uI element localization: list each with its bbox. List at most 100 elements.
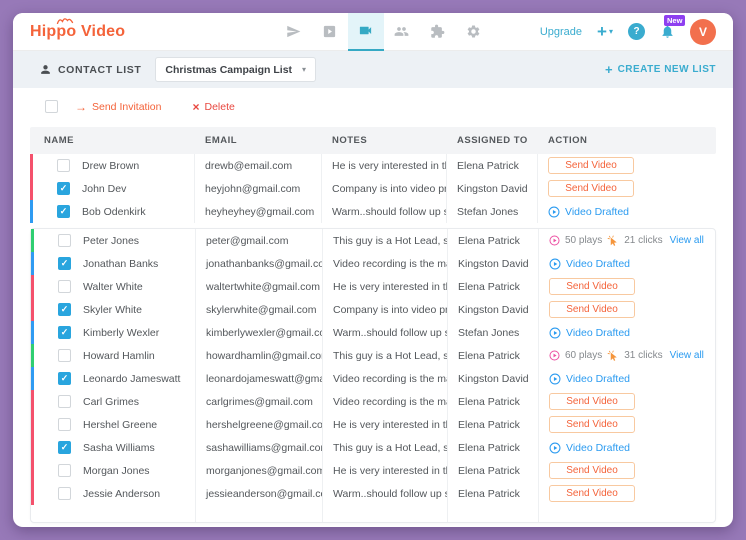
play-circle-icon: [549, 327, 561, 339]
assigned-to: Elena Patrick: [448, 344, 539, 367]
contact-email: waltertwhite@gmail.com: [196, 275, 323, 298]
nav-tab-video-library[interactable]: [312, 13, 348, 51]
plays-count: 60 plays: [565, 350, 602, 361]
nav-tab-settings[interactable]: [456, 13, 492, 51]
row-checkbox[interactable]: [57, 159, 70, 172]
contact-email: kimberlywexler@gmail.com: [196, 321, 323, 344]
contact-notes: He is very interested in the prod...: [323, 413, 448, 436]
empty-cell: [196, 505, 323, 522]
assigned-to: Elena Patrick: [448, 275, 539, 298]
contact-email: jessieanderson@gmail.com: [196, 482, 323, 505]
assigned-to: Kingston David: [447, 177, 538, 200]
table-row: Bob Odenkirkheyheyhey@gmail.comWarm..sho…: [30, 200, 716, 223]
status-color-bar: [31, 390, 34, 413]
person-icon: [39, 63, 52, 76]
row-checkbox[interactable]: [58, 349, 71, 362]
contact-list-select[interactable]: Christmas Campaign List ▾: [155, 57, 316, 82]
row-checkbox[interactable]: [58, 257, 71, 270]
video-drafted-link[interactable]: Video Drafted: [549, 258, 630, 270]
send-invitation-button[interactable]: → Send Invitation: [75, 101, 161, 113]
video-drafted-link[interactable]: Video Drafted: [549, 327, 630, 339]
notifications-button[interactable]: New: [660, 24, 675, 39]
contact-email: skylerwhite@gmail.com: [196, 298, 323, 321]
contacts-table: NAME EMAIL NOTES ASSIGNED TO ACTION Drew…: [30, 127, 716, 523]
contact-list-bar: CONTACT LIST Christmas Campaign List ▾ +…: [13, 51, 733, 88]
help-button[interactable]: ?: [628, 23, 645, 40]
video-camera-icon: [358, 23, 373, 38]
video-drafted-link[interactable]: Video Drafted: [549, 373, 630, 385]
view-all-link[interactable]: View all: [670, 235, 704, 246]
new-badge: New: [664, 15, 685, 26]
row-checkbox[interactable]: [58, 372, 71, 385]
status-color-bar: [31, 459, 34, 482]
nav-tab-send[interactable]: [276, 13, 312, 51]
main-nav-tabs: [276, 13, 492, 51]
column-header-name: NAME: [30, 135, 195, 146]
nav-tab-integrations[interactable]: [420, 13, 456, 51]
row-checkbox[interactable]: [58, 418, 71, 431]
empty-cell: [448, 505, 539, 522]
contact-notes: He is very interested in the prod...: [323, 275, 448, 298]
contact-email: heyheyhey@gmail.com: [195, 200, 322, 223]
contact-name: Morgan Jones: [83, 465, 150, 477]
contact-email: heyjohn@gmail.com: [195, 177, 322, 200]
video-drafted-link[interactable]: Video Drafted: [549, 442, 630, 454]
send-video-button[interactable]: Send Video: [549, 278, 635, 295]
status-color-bar: [30, 177, 33, 200]
send-video-button[interactable]: Send Video: [549, 393, 635, 410]
row-checkbox[interactable]: [58, 487, 71, 500]
send-video-button[interactable]: Send Video: [549, 485, 635, 502]
select-all-checkbox[interactable]: [45, 100, 58, 113]
row-checkbox[interactable]: [58, 234, 71, 247]
contact-notes: Video recording is the mai...: [323, 367, 448, 390]
contact-name: Kimberly Wexler: [83, 327, 159, 339]
plays-count: 50 plays: [565, 235, 602, 246]
play-circle-icon: [548, 206, 560, 218]
contact-notes: This guy is a Hot Lead, so....: [323, 436, 448, 459]
contact-notes: He is very interested in the prod...: [323, 459, 448, 482]
status-color-bar: [31, 321, 34, 344]
row-checkbox[interactable]: [58, 280, 71, 293]
empty-filler-row: [31, 505, 715, 522]
send-video-button[interactable]: Send Video: [549, 301, 635, 318]
status-color-bar: [31, 252, 34, 275]
send-icon: [286, 24, 301, 39]
row-checkbox[interactable]: [58, 395, 71, 408]
send-video-button[interactable]: Send Video: [549, 462, 635, 479]
quick-add-button[interactable]: + ▾: [597, 23, 613, 40]
row-checkbox[interactable]: [57, 205, 70, 218]
user-avatar[interactable]: V: [690, 19, 716, 45]
view-all-link[interactable]: View all: [670, 350, 704, 361]
upgrade-link[interactable]: Upgrade: [540, 26, 582, 38]
row-checkbox[interactable]: [58, 441, 71, 454]
contact-name: Sasha Williams: [83, 442, 155, 454]
row-checkbox[interactable]: [58, 464, 71, 477]
row-checkbox[interactable]: [58, 303, 71, 316]
logo-ears-icon: [56, 16, 74, 24]
hippo-video-logo[interactable]: Hippo Video: [30, 23, 125, 41]
contact-name: Carl Grimes: [83, 396, 139, 408]
contact-notes: Warm..should follow up so...: [323, 482, 448, 505]
contacts-group-2: Peter Jonespeter@gmail.comThis guy is a …: [30, 228, 716, 523]
nav-tab-video-camera[interactable]: [348, 13, 384, 51]
nav-tab-users[interactable]: [384, 13, 420, 51]
play-circle-icon: [549, 350, 560, 361]
column-header-action: ACTION: [538, 135, 716, 146]
send-video-button[interactable]: Send Video: [548, 180, 634, 197]
assigned-to: Elena Patrick: [448, 459, 539, 482]
contact-notes: This guy is a Hot Lead, so...: [323, 229, 448, 252]
delete-button[interactable]: × Delete: [192, 101, 234, 113]
send-video-button[interactable]: Send Video: [548, 157, 634, 174]
table-row: Kimberly Wexlerkimberlywexler@gmail.comW…: [31, 321, 715, 344]
contact-name: Howard Hamlin: [83, 350, 155, 362]
contacts-group-1: Drew Browndrewb@email.comHe is very inte…: [30, 154, 716, 223]
create-new-list-button[interactable]: + CREATE NEW LIST: [605, 63, 716, 76]
play-circle-icon: [549, 442, 561, 454]
status-color-bar: [31, 344, 34, 367]
send-video-button[interactable]: Send Video: [549, 416, 635, 433]
video-drafted-link[interactable]: Video Drafted: [548, 206, 629, 218]
video-stats: 50 plays21 clicksView all: [549, 235, 704, 247]
cursor-click-icon: [607, 235, 619, 247]
row-checkbox[interactable]: [58, 326, 71, 339]
row-checkbox[interactable]: [57, 182, 70, 195]
